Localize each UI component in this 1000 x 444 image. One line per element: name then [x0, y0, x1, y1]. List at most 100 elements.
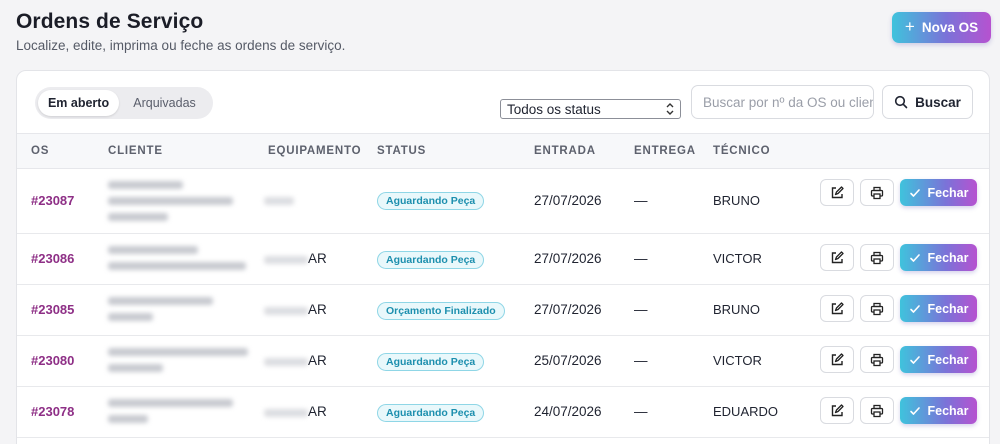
redacted-client — [108, 399, 233, 407]
page-subtitle: Localize, edite, imprima ou feche as ord… — [16, 38, 346, 53]
col-tecnico[interactable]: TÉCNICO — [713, 145, 770, 157]
check-icon — [909, 253, 920, 262]
technician-name: VICTOR — [713, 251, 762, 266]
edit-button[interactable] — [820, 346, 854, 373]
print-button[interactable] — [860, 244, 894, 271]
edit-icon — [831, 403, 844, 416]
table-header: OS CLIENTE EQUIPAMENTO STATUS ENTRADA EN… — [17, 133, 989, 169]
status-badge: Aguardando Peça — [377, 404, 485, 422]
edit-button[interactable] — [820, 397, 854, 424]
printer-icon — [870, 353, 884, 366]
close-os-button[interactable]: Fechar — [900, 397, 977, 424]
delivery-date: — — [634, 193, 648, 208]
col-status[interactable]: STATUS — [377, 145, 426, 157]
status-badge: Aguardando Peça — [377, 192, 485, 210]
redacted-equipment — [264, 358, 308, 366]
equipment-text: AR — [308, 404, 327, 419]
check-icon — [909, 355, 920, 364]
delivery-date: — — [634, 302, 648, 317]
col-equipamento[interactable]: EQUIPAMENTO — [268, 145, 361, 157]
os-number-link[interactable]: #23085 — [31, 302, 74, 317]
edit-button[interactable] — [820, 179, 854, 206]
redacted-client — [108, 181, 183, 189]
delivery-date: — — [634, 353, 648, 368]
edit-icon — [831, 250, 844, 263]
printer-icon — [870, 186, 884, 199]
entry-date: 27/07/2026 — [534, 193, 602, 208]
col-os[interactable]: OS — [31, 145, 49, 157]
printer-icon — [870, 404, 884, 417]
search-button-label: Buscar — [915, 94, 961, 110]
redacted-equipment — [264, 409, 308, 417]
col-entrega[interactable]: ENTREGA — [634, 145, 696, 157]
redacted-client — [108, 364, 163, 372]
redacted-client — [108, 313, 153, 321]
search-placeholder: Buscar por nº da OS ou cliente — [703, 94, 874, 110]
edit-button[interactable] — [820, 244, 854, 271]
close-os-button[interactable]: Fechar — [900, 295, 977, 322]
close-os-button[interactable]: Fechar — [900, 179, 977, 206]
print-button[interactable] — [860, 397, 894, 424]
entry-date: 27/07/2026 — [534, 251, 602, 266]
equipment-text: AR — [308, 353, 327, 368]
redacted-equipment — [264, 307, 308, 315]
print-button[interactable] — [860, 179, 894, 206]
redacted-client — [108, 297, 213, 305]
technician-name: BRUNO — [713, 302, 760, 317]
close-os-button[interactable]: Fechar — [900, 244, 977, 271]
check-icon — [909, 188, 920, 197]
entry-date: 25/07/2026 — [534, 353, 602, 368]
redacted-client — [108, 348, 248, 356]
tab-arquivadas[interactable]: Arquivadas — [119, 90, 210, 116]
close-os-button[interactable]: Fechar — [900, 346, 977, 373]
redacted-client — [108, 213, 168, 221]
close-os-label: Fechar — [927, 301, 969, 316]
search-icon — [895, 95, 908, 109]
tab-em-aberto[interactable]: Em aberto — [38, 90, 120, 116]
status-badge: Orçamento Finalizado — [377, 302, 505, 320]
technician-name: BRUNO — [713, 193, 760, 208]
close-os-label: Fechar — [927, 250, 969, 265]
technician-name: VICTOR — [713, 353, 762, 368]
delivery-date: — — [634, 251, 648, 266]
os-number-link[interactable]: #23078 — [31, 404, 74, 419]
technician-name: EDUARDO — [713, 404, 779, 419]
printer-icon — [870, 302, 884, 315]
status-filter-value: Todos os status — [507, 101, 601, 117]
close-os-label: Fechar — [927, 403, 969, 418]
status-badge: Aguardando Peça — [377, 251, 485, 269]
delivery-date: — — [634, 404, 648, 419]
orders-card: Em aberto Arquivadas Todos os status Bus… — [16, 70, 990, 444]
equipment-text: AR — [308, 302, 327, 317]
equipment-text: AR — [308, 251, 327, 266]
os-number-link[interactable]: #23086 — [31, 251, 74, 266]
edit-icon — [831, 352, 844, 365]
status-filter-select[interactable]: Todos os status — [500, 99, 681, 119]
check-icon — [909, 304, 920, 313]
col-cliente[interactable]: CLIENTE — [108, 145, 163, 157]
page-title: Ordens de Serviço — [16, 10, 204, 33]
search-input[interactable]: Buscar por nº da OS ou cliente — [691, 85, 874, 119]
redacted-client — [108, 246, 198, 254]
os-number-link[interactable]: #23087 — [31, 193, 74, 208]
edit-icon — [831, 301, 844, 314]
new-os-label: Nova OS — [921, 20, 979, 35]
os-number-link[interactable]: #23080 — [31, 353, 74, 368]
status-badge: Aguardando Peça — [377, 353, 485, 371]
printer-icon — [870, 251, 884, 264]
search-button[interactable]: Buscar — [882, 85, 973, 119]
new-os-button[interactable]: + Nova OS — [892, 12, 991, 43]
status-tabs: Em aberto Arquivadas — [35, 87, 213, 119]
print-button[interactable] — [860, 295, 894, 322]
select-arrows-icon — [666, 103, 674, 115]
print-button[interactable] — [860, 346, 894, 373]
plus-icon: + — [904, 17, 915, 36]
redacted-client — [108, 197, 233, 205]
redacted-client — [108, 415, 148, 423]
check-icon — [909, 406, 920, 415]
edit-button[interactable] — [820, 295, 854, 322]
redacted-equipment — [264, 256, 308, 264]
redacted-equipment — [264, 197, 294, 205]
entry-date: 27/07/2026 — [534, 302, 602, 317]
col-entrada[interactable]: ENTRADA — [534, 145, 596, 157]
